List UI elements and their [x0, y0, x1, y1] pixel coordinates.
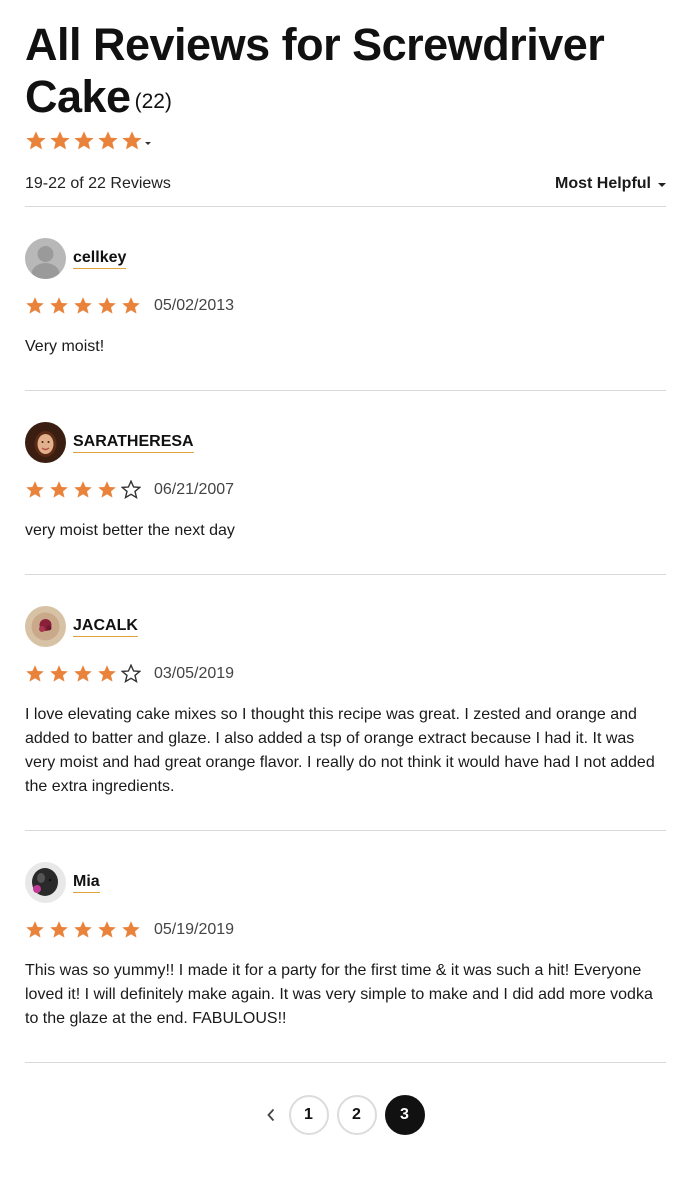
star-filled-icon: [122, 921, 140, 938]
reviewer: cellkey: [25, 238, 666, 279]
chevron-left-icon[interactable]: [263, 1105, 279, 1125]
star-filled-icon: [74, 481, 92, 498]
star-filled-icon: [74, 921, 92, 938]
review-item: JACALK 03/05/2019 I love elevating cake …: [25, 575, 666, 830]
reviews-page: All Reviews for Screwdriver Cake (22) 19-…: [25, 0, 666, 1135]
reviewer-name[interactable]: cellkey: [73, 249, 127, 269]
star-filled-icon: [50, 481, 68, 498]
pagination: 1 2 3: [25, 1095, 666, 1135]
review-text: This was so yummy!! I made it for a part…: [25, 962, 653, 1027]
overall-rating[interactable]: [25, 128, 666, 154]
reviewer: SARATHERESA: [25, 422, 666, 463]
review-text: I love elevating cake mixes so I thought…: [25, 706, 655, 795]
review-date: 06/21/2007: [154, 481, 235, 498]
star-filled-icon: [50, 131, 70, 150]
review-date: 05/02/2013: [154, 297, 235, 314]
star-filled-icon: [74, 665, 92, 682]
reviewer: JACALK: [25, 606, 666, 647]
reviewer-name[interactable]: SARATHERESA: [73, 433, 194, 453]
star-filled-icon: [50, 297, 68, 314]
sort-dropdown[interactable]: Most Helpful: [555, 175, 666, 193]
star-filled-icon: [74, 297, 92, 314]
star-filled-icon: [50, 921, 68, 938]
star-filled-icon: [26, 481, 44, 498]
review-rating: 05/02/2013: [25, 296, 666, 316]
review-rating: 03/05/2019: [25, 664, 666, 684]
divider: [25, 1062, 666, 1063]
page-title: All Reviews for Screwdriver Cake (22): [25, 19, 666, 128]
star-empty-icon: [121, 480, 141, 500]
rating-stars: [25, 296, 141, 316]
avatar[interactable]: [25, 238, 66, 279]
star-filled-icon: [98, 665, 116, 682]
rating-stars: [25, 920, 141, 940]
star-filled-icon: [74, 131, 94, 150]
overall-stars: [25, 130, 143, 152]
review-count: (22): [134, 90, 172, 113]
rating-stars: [25, 480, 141, 500]
star-filled-icon: [50, 665, 68, 682]
page-button-1[interactable]: 1: [288, 1095, 329, 1135]
star-filled-icon: [98, 131, 118, 150]
page-title-text: All Reviews for Screwdriver Cake: [25, 19, 605, 122]
review-rating: 06/21/2007: [25, 480, 666, 500]
review-item: cellkey 05/02/2013 Very moist!: [25, 207, 666, 390]
chevron-down-icon: [145, 141, 151, 145]
review-date: 03/05/2019: [154, 665, 235, 682]
avatar[interactable]: [25, 606, 66, 647]
page-button-3[interactable]: 3: [384, 1095, 425, 1135]
star-filled-icon: [122, 131, 142, 150]
review-rating: 05/19/2019: [25, 920, 666, 940]
review-date: 05/19/2019: [154, 921, 235, 938]
rating-stars: [25, 664, 141, 684]
review-range: 19-22 of 22 Reviews: [25, 175, 171, 192]
star-filled-icon: [26, 665, 44, 682]
star-empty-icon: [121, 664, 141, 684]
review-text: very moist better the next day: [25, 522, 235, 539]
page-button-2[interactable]: 2: [336, 1095, 377, 1135]
star-filled-icon: [26, 921, 44, 938]
reviews-toolbar: 19-22 of 22 Reviews Most Helpful: [25, 172, 666, 196]
review-item: Mia 05/19/2019 This was so yummy!! I mad…: [25, 831, 666, 1062]
star-filled-icon: [26, 131, 46, 150]
star-filled-icon: [98, 297, 116, 314]
review-item: SARATHERESA 06/21/2007 very moist better…: [25, 391, 666, 574]
review-text: Very moist!: [25, 338, 105, 355]
star-filled-icon: [98, 921, 116, 938]
sort-label: Most Helpful: [555, 175, 651, 192]
reviewer: Mia: [25, 862, 666, 903]
star-filled-icon: [122, 297, 140, 314]
star-filled-icon: [98, 481, 116, 498]
chevron-down-icon: [658, 183, 666, 187]
reviewer-name[interactable]: Mia: [73, 873, 100, 893]
avatar[interactable]: [25, 422, 66, 463]
reviewer-name[interactable]: JACALK: [73, 617, 138, 637]
avatar[interactable]: [25, 862, 66, 903]
star-filled-icon: [26, 297, 44, 314]
